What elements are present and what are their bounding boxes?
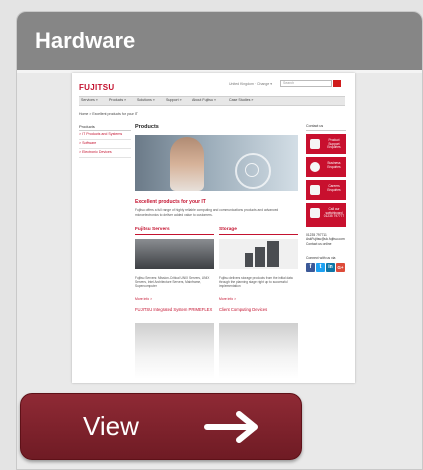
more-link: More info > xyxy=(135,297,153,301)
breadcrumb: Home > Excellent products for your IT xyxy=(79,112,138,116)
view-button-label: View xyxy=(83,411,139,441)
divider xyxy=(219,234,298,235)
tools-icon xyxy=(310,139,320,149)
sidebar-item: > Software xyxy=(79,141,131,149)
document-icon xyxy=(310,185,320,195)
storage-text: Fujitsu delivers storage products from t… xyxy=(219,276,293,289)
client-devices-heading: Client Computing Devices xyxy=(219,307,268,312)
search-icon xyxy=(333,80,341,87)
contact-line: Contact us online xyxy=(306,241,332,246)
faded-image xyxy=(135,323,214,379)
contact-button: Product Support Enquiries xyxy=(306,134,346,154)
hero-graphic xyxy=(245,163,259,177)
cloud-icon xyxy=(310,162,320,172)
contact-button: Careers Enquiries xyxy=(306,180,346,200)
nav-item: About Fujitsu » xyxy=(192,98,216,102)
nav-item: Support » xyxy=(166,98,182,102)
storage-heading: Storage xyxy=(219,227,237,232)
rack-shape xyxy=(267,241,279,267)
contact-button: Business Enquiries xyxy=(306,157,346,177)
sidebar-item: > IT Products and Systems xyxy=(79,132,131,140)
contact-button-label: Careers Enquiries xyxy=(327,184,341,192)
sidebar-heading: Products xyxy=(79,124,131,131)
card-header: Hardware xyxy=(17,12,422,70)
search-input: Search xyxy=(280,80,332,87)
contact-button: Call our switchboard 01235 797777 xyxy=(306,203,346,227)
contact-line: AskFujitsu@uk.fujitsu.com xyxy=(306,237,345,242)
servers-image xyxy=(135,239,214,269)
hero-person xyxy=(170,137,204,191)
nav-item: Services » xyxy=(81,98,98,102)
region-selector: United Kingdom · Change ▾ xyxy=(229,82,273,86)
connect-heading: Connect with us via xyxy=(306,256,336,260)
view-button[interactable]: View xyxy=(20,393,302,460)
hero-image xyxy=(135,135,298,191)
tagline: Excellent products for your IT xyxy=(135,199,206,205)
facebook-icon: f xyxy=(306,263,315,272)
contact-button-label: Call our switchboard 01235 797777 xyxy=(323,207,345,219)
divider xyxy=(135,234,214,235)
rack-shape xyxy=(245,253,253,267)
twitter-icon: t xyxy=(316,263,325,272)
sidebar-item: > Electronic Devices xyxy=(79,150,131,158)
nav-item: Products » xyxy=(109,98,127,102)
servers-heading: Fujitsu Servers xyxy=(135,227,170,232)
nav-item: Case Studies » xyxy=(229,98,254,102)
storage-image xyxy=(219,239,298,269)
page-title: Products xyxy=(135,124,159,130)
contact-button-label: Product Support Enquiries xyxy=(327,138,341,150)
hardware-card: Hardware FUJITSU United Kingdom · Change… xyxy=(16,11,423,470)
rack-shape xyxy=(255,247,265,267)
contact-details: 01235 797711 AskFujitsu@uk.fujitsu.com C… xyxy=(306,233,345,246)
card-title: Hardware xyxy=(35,28,136,53)
google-plus-icon: G+ xyxy=(336,263,345,272)
linkedin-icon: in xyxy=(326,263,335,272)
more-link: More info > xyxy=(219,297,237,301)
website-screenshot: FUJITSU United Kingdom · Change ▾ Search… xyxy=(72,73,355,383)
contact-button-label: Business Enquiries xyxy=(327,161,341,169)
intro-text: Fujitsu offers a full range of highly re… xyxy=(135,208,279,217)
nav-item: Solutions » xyxy=(137,98,155,102)
phone-icon xyxy=(310,208,320,218)
contact-heading: Contact us xyxy=(306,124,346,131)
fujitsu-logo: FUJITSU xyxy=(79,83,115,92)
faded-image xyxy=(219,323,298,379)
servers-text: Fujitsu Servers: Mission-Critical UNIX S… xyxy=(135,276,210,289)
primeflex-heading: FUJITSU Integrated System PRIMEFLEX xyxy=(135,307,213,312)
top-nav: Services » Products » Solutions » Suppor… xyxy=(79,96,345,106)
arrow-right-icon xyxy=(204,411,258,443)
